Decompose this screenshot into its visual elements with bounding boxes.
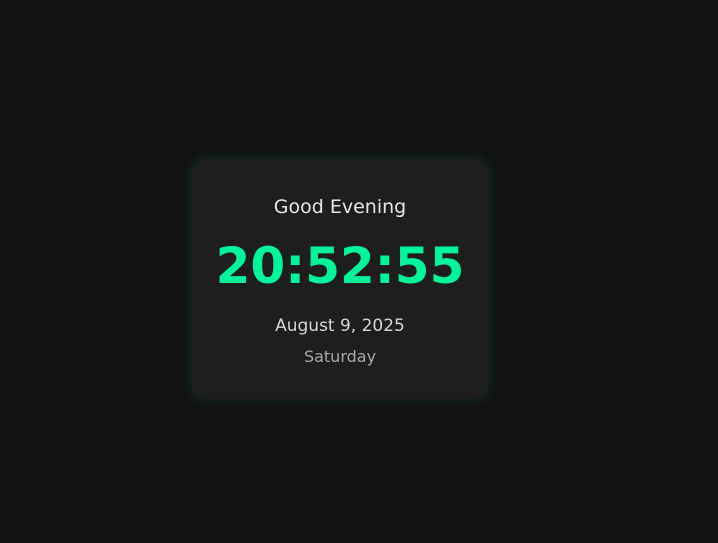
clock-card: Good Evening 20:52:55 August 9, 2025 Sat… <box>191 159 489 399</box>
greeting: Good Evening <box>273 196 407 218</box>
weekday-display: Saturday <box>303 347 377 366</box>
time-display: 20:52:55 <box>215 237 465 295</box>
date-display: August 9, 2025 <box>275 316 405 336</box>
